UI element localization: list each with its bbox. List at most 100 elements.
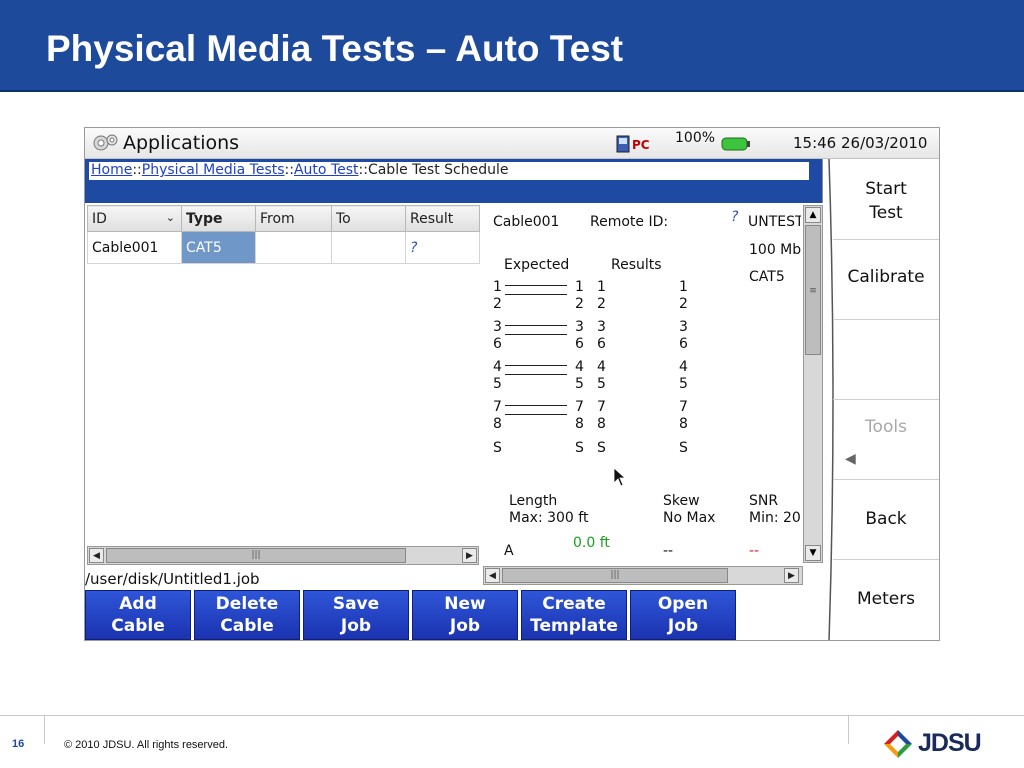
new-job-button[interactable]: New Job: [412, 590, 518, 640]
battery-icon: [721, 137, 750, 151]
soft-key-panel: Start Test Calibrate Tools ◀ Back Meters: [825, 159, 939, 640]
left-arrow-icon: ◀: [845, 451, 856, 467]
details-horizontal-scrollbar[interactable]: ◀ ||| ▶: [483, 566, 803, 585]
column-header-result[interactable]: Result: [405, 205, 480, 232]
delete-cable-button[interactable]: Delete Cable: [194, 590, 300, 640]
scroll-right-icon[interactable]: ▶: [784, 568, 799, 583]
length-value: 0.0 ft: [573, 535, 610, 551]
mouse-cursor-icon: [613, 467, 627, 487]
cell-id[interactable]: Cable001: [87, 231, 182, 264]
pin-label: 1: [597, 279, 606, 295]
unknown-result-icon: ?: [410, 239, 418, 256]
scroll-left-icon[interactable]: ◀: [485, 568, 500, 583]
wire-line: [505, 285, 567, 286]
back-button[interactable]: Back: [833, 509, 939, 529]
details-vertical-scrollbar[interactable]: ▲ ≡ ▼: [803, 205, 823, 563]
open-job-button[interactable]: Open Job: [630, 590, 736, 640]
breadcrumb-separator: ::: [132, 162, 142, 178]
soft-key-divider: [833, 559, 939, 560]
breadcrumb-bar: Home::Physical Media Tests::Auto Test::C…: [85, 159, 823, 203]
pin-label: 7: [493, 399, 502, 415]
cell-to[interactable]: [331, 231, 406, 264]
cell-type[interactable]: CAT5: [181, 231, 256, 264]
status-icon: PC: [616, 135, 650, 153]
soft-key-divider: [833, 319, 939, 320]
soft-key-divider: [833, 239, 939, 240]
column-header-type[interactable]: Type: [181, 205, 256, 232]
breadcrumb-physical-media-link[interactable]: Physical Media Tests: [142, 162, 285, 178]
slide-title: Physical Media Tests – Auto Test: [46, 28, 624, 69]
cable-details-panel: Cable001 Remote ID: ? UNTEST 100 Mb CAT5…: [483, 205, 801, 563]
cable-table: ID ⌄ Type From To Result Cable001 CAT5 ?: [87, 205, 480, 264]
app-title-bar: Applications PC 100% 15:46 26/03/2010: [85, 128, 939, 159]
skew-label: Skew: [663, 493, 700, 509]
svg-text:PC: PC: [632, 138, 650, 152]
scroll-thumb[interactable]: |||: [106, 548, 406, 563]
table-horizontal-scrollbar[interactable]: ◀ ||| ▶: [87, 546, 479, 565]
save-job-button[interactable]: Save Job: [303, 590, 409, 640]
scroll-thumb[interactable]: |||: [502, 568, 728, 583]
scroll-up-icon[interactable]: ▲: [805, 207, 821, 223]
skew-value: --: [663, 543, 674, 559]
pin-label: 5: [493, 376, 502, 392]
create-template-button[interactable]: Create Template: [521, 590, 627, 640]
pin-label: 2: [493, 296, 502, 312]
tools-button[interactable]: Tools: [833, 417, 939, 437]
calibrate-button[interactable]: Calibrate: [833, 267, 939, 287]
cell-from[interactable]: [255, 231, 332, 264]
app-title: Applications: [123, 132, 240, 154]
detail-remote-label: Remote ID:: [590, 214, 669, 230]
breadcrumb-home-link[interactable]: Home: [91, 162, 132, 178]
table-row[interactable]: Cable001 CAT5 ?: [87, 231, 480, 264]
pin-label: 8: [493, 416, 502, 432]
column-header-from[interactable]: From: [255, 205, 332, 232]
pin-label: 1: [493, 279, 502, 295]
pin-label: 2: [597, 296, 606, 312]
cell-result[interactable]: ?: [405, 231, 480, 264]
wire-line: [505, 405, 567, 406]
pin-label: 3: [597, 319, 606, 335]
pin-label: 1: [679, 279, 688, 295]
pin-label: 5: [597, 376, 606, 392]
column-header-to[interactable]: To: [331, 205, 406, 232]
jdsu-logo-mark-icon: [884, 730, 912, 758]
pin-label: 2: [679, 296, 688, 312]
detail-speed: 100 Mb: [749, 242, 801, 258]
breadcrumb-auto-test-link[interactable]: Auto Test: [294, 162, 359, 178]
wire-line: [505, 325, 567, 326]
meters-button[interactable]: Meters: [833, 589, 939, 609]
pin-label: 7: [597, 399, 606, 415]
length-max: Max: 300 ft: [509, 510, 589, 526]
job-file-path: /user/disk/Untitled1.job: [85, 570, 260, 588]
pin-label: 8: [679, 416, 688, 432]
pin-label: 3: [493, 319, 502, 335]
table-header-row: ID ⌄ Type From To Result: [87, 205, 480, 232]
skew-max: No Max: [663, 510, 716, 526]
scroll-right-icon[interactable]: ▶: [462, 548, 477, 563]
wire-line: [505, 414, 567, 415]
logo-text: JDSU: [918, 729, 982, 757]
footer-tick: [44, 716, 45, 744]
pin-label: 3: [679, 319, 688, 335]
column-header-id[interactable]: ID ⌄: [87, 205, 182, 232]
soft-key-divider: [833, 399, 939, 400]
pin-label: 4: [679, 359, 688, 375]
breadcrumb: Home::Physical Media Tests::Auto Test::C…: [89, 162, 809, 180]
scroll-thumb[interactable]: ≡: [805, 225, 821, 355]
wire-line: [505, 334, 567, 335]
expected-label: Expected: [504, 257, 570, 273]
battery-percent: 100%: [675, 130, 716, 146]
wire-line: [505, 374, 567, 375]
add-cable-button[interactable]: Add Cable: [85, 590, 191, 640]
pin-label: 5: [575, 376, 584, 392]
detail-status: UNTEST: [748, 214, 801, 230]
scroll-left-icon[interactable]: ◀: [89, 548, 104, 563]
pin-label: 4: [597, 359, 606, 375]
breadcrumb-current: ::Cable Test Schedule: [358, 162, 509, 178]
detail-cable-id: Cable001: [493, 214, 560, 230]
scroll-down-icon[interactable]: ▼: [805, 545, 821, 561]
shield-label: S: [575, 440, 584, 456]
start-test-button[interactable]: Start Test: [833, 177, 939, 225]
snr-value: --: [749, 543, 760, 559]
chevron-down-icon[interactable]: ⌄: [166, 211, 175, 224]
